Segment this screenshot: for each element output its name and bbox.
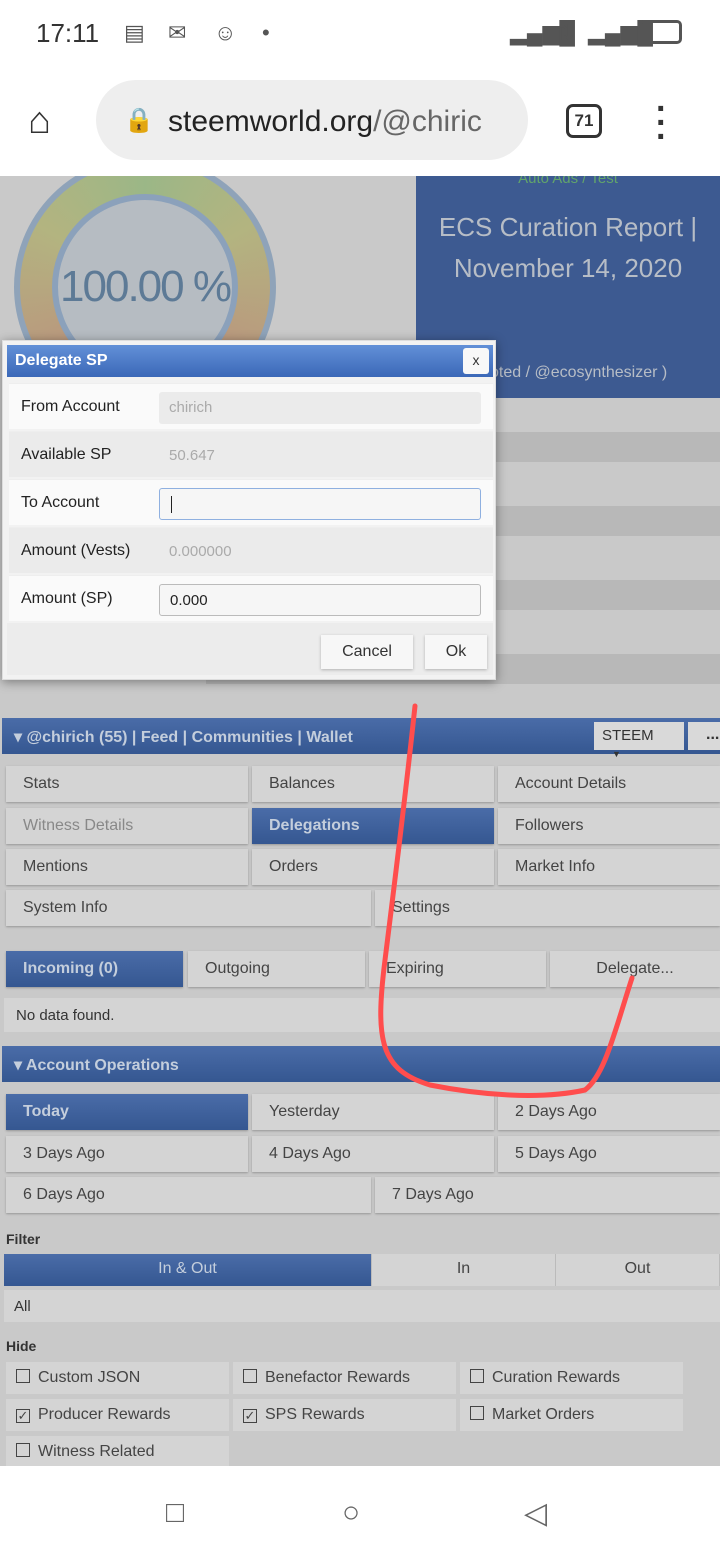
dialog-title: Delegate SP xyxy=(15,352,108,369)
back-icon[interactable]: ◁ xyxy=(524,1496,547,1531)
cancel-button[interactable]: Cancel xyxy=(321,635,413,669)
available-sp-row: Available SP 50.647 xyxy=(9,431,493,477)
dialog-header: Delegate SP x xyxy=(7,345,493,377)
text-cursor xyxy=(171,496,177,513)
recents-icon[interactable]: □ xyxy=(166,1496,184,1530)
annotation-path xyxy=(378,703,635,1098)
field-label: Amount (SP) xyxy=(21,590,113,607)
to-account-row: To Account xyxy=(9,479,493,525)
field-label: To Account xyxy=(21,494,100,511)
available-sp-field: 50.647 xyxy=(159,440,481,472)
delegate-sp-dialog: Delegate SP x From Account chirich Availab… xyxy=(2,340,496,680)
amount-vests-row: Amount (Vests) 0.000000 xyxy=(9,527,493,573)
home-circle-icon[interactable]: ○ xyxy=(342,1496,360,1530)
amount-vests-field: 0.000000 xyxy=(159,536,481,568)
amount-sp-row: Amount (SP) 0.000 xyxy=(9,575,493,621)
from-account-row: From Account chirich xyxy=(9,383,493,429)
to-account-input[interactable] xyxy=(159,488,481,520)
from-account-field: chirich xyxy=(159,392,481,424)
red-annotation-stroke xyxy=(378,703,635,1098)
amount-sp-input[interactable]: 0.000 xyxy=(159,584,481,616)
close-button[interactable]: x xyxy=(463,348,489,374)
dialog-footer: Cancel Ok xyxy=(7,623,493,675)
field-label: From Account xyxy=(21,398,120,415)
field-label: Amount (Vests) xyxy=(21,542,131,559)
android-nav-bar: □ ○ ◁ xyxy=(0,1466,720,1560)
field-label: Available SP xyxy=(21,446,112,463)
ok-button[interactable]: Ok xyxy=(425,635,487,669)
